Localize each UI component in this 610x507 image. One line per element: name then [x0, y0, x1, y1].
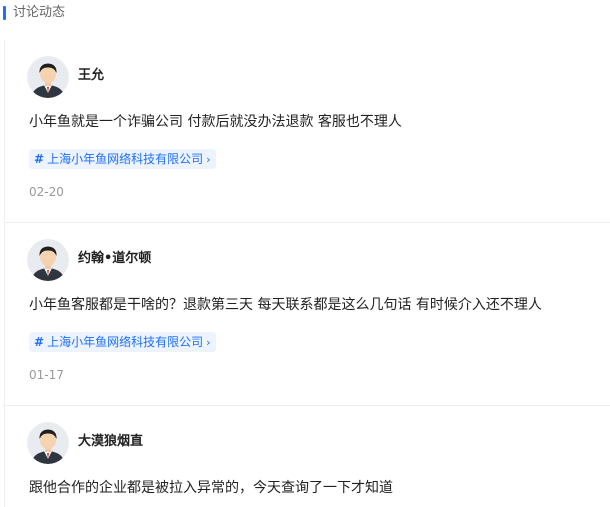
hashtag-icon: #	[34, 335, 45, 349]
hashtag-icon: #	[34, 152, 45, 166]
user-avatar-icon[interactable]	[27, 56, 69, 98]
post-author[interactable]: 大漠狼烟直	[78, 433, 143, 451]
section-title: 讨论动态	[13, 5, 66, 20]
chevron-right-icon: ›	[206, 153, 211, 166]
section-header: 讨论动态	[0, 0, 610, 30]
company-tag-label: 上海小年鱼网络科技有限公司	[47, 152, 204, 166]
discussion-post: 约翰•道尔顿 小年鱼客服都是干啥的？退款第三天 每天联系都是这么几句话 有时候介…	[5, 223, 610, 406]
chevron-right-icon: ›	[206, 336, 211, 349]
post-author[interactable]: 约翰•道尔顿	[78, 250, 151, 268]
post-date: 01-17	[29, 368, 64, 382]
user-avatar-icon[interactable]	[27, 422, 69, 464]
post-author[interactable]: 王允	[78, 67, 104, 85]
post-date: 02-20	[29, 185, 64, 199]
company-tag-label: 上海小年鱼网络科技有限公司	[47, 335, 204, 349]
company-tag-link[interactable]: # 上海小年鱼网络科技有限公司 ›	[29, 149, 217, 169]
discussion-post: 王允 小年鱼就是一个诈骗公司 付款后就没办法退款 客服也不理人 # 上海小年鱼网络…	[5, 40, 610, 223]
post-content: 小年鱼就是一个诈骗公司 付款后就没办法退款 客服也不理人	[29, 114, 402, 130]
user-avatar-icon[interactable]	[27, 239, 69, 281]
post-content: 跟他合作的企业都是被拉入异常的，今天查询了一下才知道	[29, 480, 393, 496]
post-content: 小年鱼客服都是干啥的？退款第三天 每天联系都是这么几句话 有时候介入还不理人	[29, 297, 542, 313]
company-tag-link[interactable]: # 上海小年鱼网络科技有限公司 ›	[29, 332, 217, 352]
section-accent-bar	[3, 6, 6, 20]
discussion-feed: 王允 小年鱼就是一个诈骗公司 付款后就没办法退款 客服也不理人 # 上海小年鱼网络…	[4, 40, 610, 507]
discussion-post: 大漠狼烟直 跟他合作的企业都是被拉入异常的，今天查询了一下才知道	[5, 406, 610, 507]
